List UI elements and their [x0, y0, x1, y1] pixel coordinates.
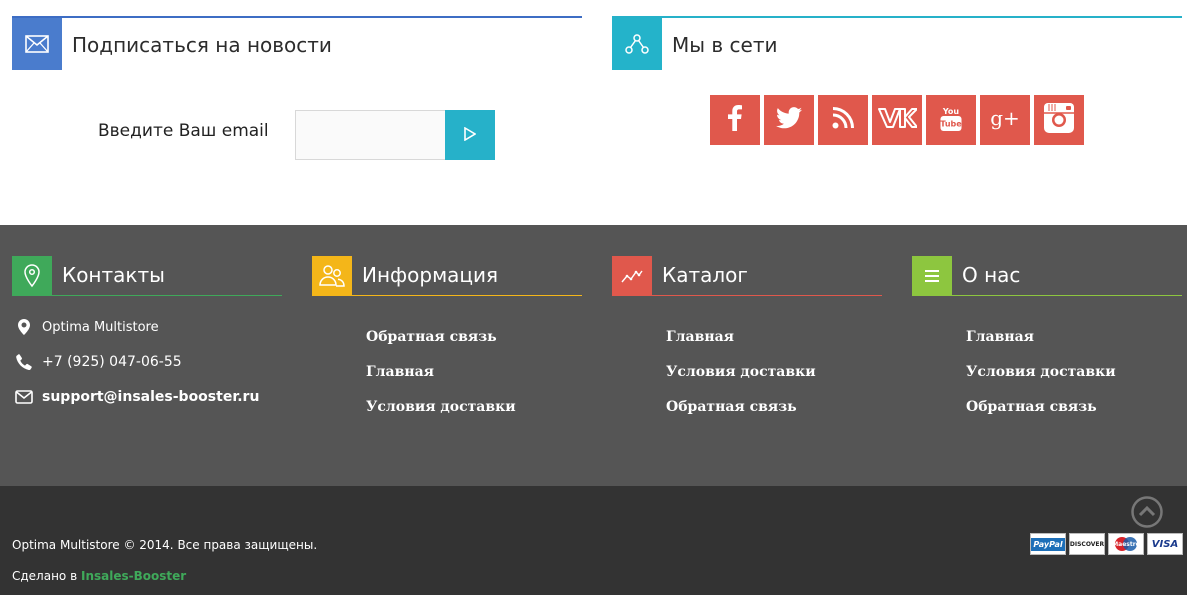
email-label: Введите Ваш email	[98, 121, 269, 141]
social-buttons: You Tube g+	[710, 95, 1084, 145]
catalog-link[interactable]: Обратная связь	[666, 399, 816, 434]
visa-badge: VISA	[1147, 533, 1183, 555]
play-arrow-icon	[464, 126, 477, 144]
catalog-link[interactable]: Условия доставки	[666, 364, 816, 399]
about-column: О нас Главная Условия доставки Обратная …	[912, 256, 1182, 415]
info-link[interactable]: Условия доставки	[366, 399, 516, 434]
users-icon	[312, 256, 352, 296]
maestro-badge: Maestro	[1108, 533, 1144, 555]
bottom-bar: Optima Multistore © 2014. Все права защи…	[0, 486, 1187, 595]
catalog-underline	[652, 295, 882, 296]
location-icon	[14, 319, 34, 335]
info-links: Обратная связь Главная Условия доставки	[366, 329, 516, 434]
chevron-up-circle-icon	[1131, 496, 1163, 532]
instagram-button[interactable]	[1034, 95, 1084, 145]
trend-chart-icon	[612, 256, 652, 296]
catalog-header: Каталог	[612, 256, 882, 296]
catalog-column: Каталог Главная Условия доставки Обратна…	[612, 256, 882, 415]
google-plus-button[interactable]: g+	[980, 95, 1030, 145]
google-plus-logo-text: g+	[990, 106, 1020, 130]
catalog-title: Каталог	[662, 263, 748, 287]
info-title: Информация	[362, 263, 499, 287]
newsletter-header-line	[12, 16, 582, 18]
social-header-line	[612, 16, 1182, 18]
contact-address-row: Optima Multistore	[14, 319, 159, 335]
contact-email-link[interactable]: support@insales-booster.ru	[42, 389, 259, 405]
newsletter-header: Подписаться на новости	[12, 0, 582, 70]
info-column: Информация Обратная связь Главная Услови…	[312, 256, 582, 415]
info-link[interactable]: Обратная связь	[366, 329, 516, 364]
youtube-logo-text-top: You	[942, 107, 960, 116]
email-input[interactable]	[295, 110, 446, 160]
contacts-title: Контакты	[62, 263, 165, 287]
contact-phone: +7 (925) 047-06-55	[42, 354, 182, 370]
info-link[interactable]: Главная	[366, 364, 516, 399]
social-header: Мы в сети	[612, 0, 1182, 70]
share-icon	[612, 18, 662, 70]
twitter-icon	[776, 107, 802, 133]
info-header: Информация	[312, 256, 582, 296]
made-by: Сделано в Insales-Booster	[12, 569, 186, 583]
contacts-underline	[52, 295, 282, 296]
payment-methods: PayPal DISCOVER Maestro VISA	[1030, 533, 1183, 555]
map-pin-icon	[12, 256, 52, 296]
about-link[interactable]: Обратная связь	[966, 399, 1116, 434]
about-title: О нас	[962, 263, 1021, 287]
info-underline	[352, 295, 582, 296]
visa-label: VISA	[1151, 538, 1179, 550]
vk-button[interactable]	[872, 95, 922, 145]
mail-icon	[14, 390, 34, 404]
rss-button[interactable]	[818, 95, 868, 145]
discover-label: DISCOVER	[1069, 540, 1105, 548]
subscribe-button[interactable]	[445, 110, 495, 160]
discover-badge: DISCOVER	[1069, 533, 1105, 555]
youtube-button[interactable]: You Tube	[926, 95, 976, 145]
menu-lines-icon	[912, 256, 952, 296]
social-title: Мы в сети	[672, 33, 778, 57]
footer-section: Контакты Optima Multistore +7 (925) 047-…	[0, 225, 1187, 486]
phone-icon	[14, 354, 34, 370]
newsletter-title: Подписаться на новости	[72, 33, 332, 57]
youtube-logo-text-bottom: Tube	[940, 120, 962, 129]
twitter-button[interactable]	[764, 95, 814, 145]
contact-email-row: support@insales-booster.ru	[14, 389, 259, 405]
made-by-brand-link[interactable]: Insales-Booster	[81, 569, 186, 583]
vk-icon	[877, 106, 918, 134]
maestro-label: Maestro	[1112, 540, 1140, 548]
instagram-icon	[1043, 102, 1075, 138]
about-link[interactable]: Условия доставки	[966, 364, 1116, 399]
youtube-icon: You Tube	[940, 104, 962, 136]
made-by-prefix: Сделано в	[12, 569, 81, 583]
about-underline	[952, 295, 1182, 296]
catalog-link[interactable]: Главная	[666, 329, 816, 364]
about-links: Главная Условия доставки Обратная связь	[966, 329, 1116, 434]
top-section: Подписаться на новости Введите Ваш email…	[0, 0, 1187, 225]
envelope-icon	[12, 18, 62, 70]
contacts-column: Контакты	[12, 256, 282, 296]
about-header: О нас	[912, 256, 1182, 296]
facebook-icon	[728, 105, 742, 135]
rss-icon	[832, 107, 854, 133]
copyright-text: Optima Multistore © 2014. Все права защи…	[12, 538, 318, 552]
catalog-links: Главная Условия доставки Обратная связь	[666, 329, 816, 434]
google-plus-icon: g+	[990, 106, 1020, 134]
paypal-badge: PayPal	[1030, 533, 1066, 555]
contacts-header: Контакты	[12, 256, 282, 296]
about-link[interactable]: Главная	[966, 329, 1116, 364]
scroll-to-top-button[interactable]	[1131, 496, 1163, 528]
contact-address: Optima Multistore	[42, 319, 159, 335]
facebook-button[interactable]	[710, 95, 760, 145]
paypal-label: PayPal	[1031, 537, 1065, 551]
contact-phone-row: +7 (925) 047-06-55	[14, 354, 182, 370]
